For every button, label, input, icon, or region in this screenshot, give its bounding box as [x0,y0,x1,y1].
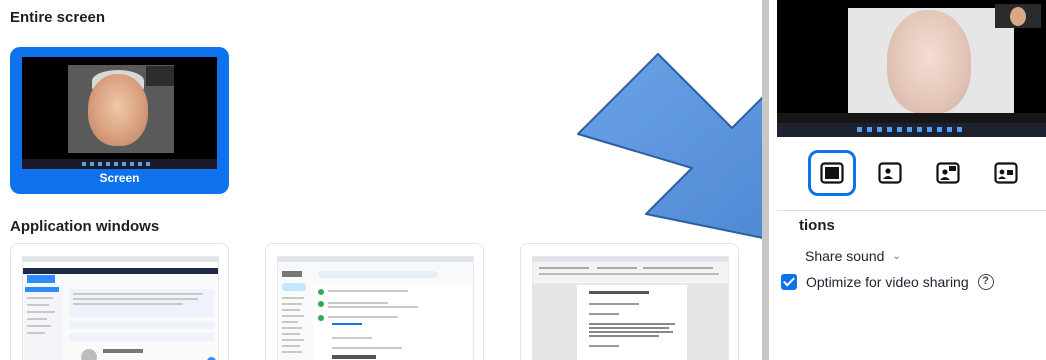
share-sound-label: Share sound [805,248,885,264]
screen-thumbnail [22,57,217,169]
share-preview [777,0,1046,137]
entire-screen-heading: Entire screen [10,9,106,26]
help-icon[interactable]: ? [977,274,994,290]
app-window-thumbnail [22,256,219,360]
app-window-card[interactable] [10,243,229,360]
options-heading: tions [799,217,835,234]
share-screen-dialog: Entire screen Screen Application windows [0,0,1046,360]
panel-divider[interactable] [762,0,769,360]
app-window-thumbnail [532,256,729,360]
app-window-card[interactable] [520,243,739,360]
chevron-down-icon: ⌄ [892,251,901,262]
share-options-panel: tions Share sound ⌄ Optimize for video sh… [769,0,1046,360]
screen-source-card[interactable]: Screen [10,47,229,194]
application-windows-heading: Application windows [10,218,160,235]
options-separator [777,210,1046,211]
speaker-with-screen-icon [936,162,960,184]
app-window-thumbnail [277,256,474,360]
layout-screen-with-speaker-button[interactable] [866,150,914,196]
share-sound-dropdown[interactable]: Share sound ⌄ [805,248,901,264]
screen-with-speaker-icon [878,162,902,184]
layout-side-by-side-button[interactable] [982,150,1030,196]
layout-screen-only-button[interactable] [808,150,856,196]
optimize-video-option: Optimize for video sharing ? [781,272,994,292]
app-window-card[interactable] [265,243,484,360]
screen-only-icon [820,162,844,184]
side-by-side-icon [994,162,1018,184]
screen-card-label: Screen [99,171,140,185]
optimize-video-label[interactable]: Optimize for video sharing [806,274,969,290]
optimize-video-checkbox[interactable] [781,274,797,290]
layout-speaker-with-screen-button[interactable] [924,150,972,196]
